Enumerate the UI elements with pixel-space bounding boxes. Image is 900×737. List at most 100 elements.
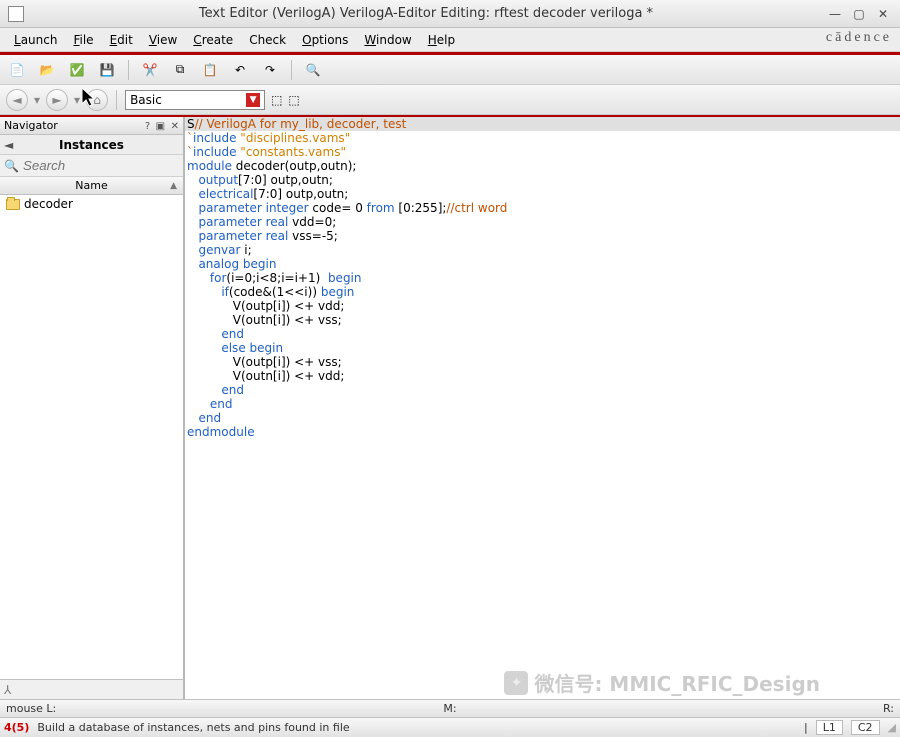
menu-help[interactable]: Help — [420, 30, 463, 50]
status-message: Build a database of instances, nets and … — [37, 721, 796, 734]
folder-icon — [6, 199, 20, 210]
menubar: LaunchFileEditViewCreateCheckOptionsWind… — [0, 28, 900, 52]
nav-forward-icon[interactable]: ► — [46, 89, 68, 111]
dropdown-arrow-icon[interactable]: ▾ — [34, 93, 40, 107]
code-area[interactable]: S// VerilogA for my_lib, decoder, test`i… — [185, 117, 900, 699]
new-file-icon[interactable]: 📄 — [6, 59, 28, 81]
menu-launch[interactable]: Launch — [6, 30, 65, 50]
nav-back-icon[interactable]: ◄ — [4, 138, 13, 152]
separator — [116, 90, 117, 110]
undo-icon[interactable]: ↶ — [229, 59, 251, 81]
undock-icon[interactable]: ▣ — [156, 121, 165, 132]
code-line: end — [185, 383, 900, 397]
nav-toolbar: ◄ ▾ ► ▾ ⌂ Basic ▼ ⬚ ⬚ — [0, 85, 900, 115]
dropdown-arrow-icon[interactable]: ▾ — [74, 93, 80, 107]
search-icon[interactable]: 🔍 — [302, 59, 324, 81]
menu-window[interactable]: Window — [356, 30, 419, 50]
separator — [291, 60, 292, 80]
hierarchy-icon[interactable]: ⅄ — [4, 683, 11, 697]
code-line: if(code&(1<<i)) begin — [185, 285, 900, 299]
mouse-right-label: R: — [883, 702, 894, 715]
window-buttons: — ▢ ✕ — [828, 7, 890, 21]
menu-edit[interactable]: Edit — [102, 30, 141, 50]
menu-create[interactable]: Create — [185, 30, 241, 50]
code-line: end — [185, 397, 900, 411]
chevron-down-icon: ▼ — [246, 93, 260, 107]
search-input[interactable] — [21, 156, 204, 175]
code-line: for(i=0;i<8;i=i+1) begin — [185, 271, 900, 285]
mouse-status-bar: mouse L: M: R: — [0, 699, 900, 717]
nav-home-icon[interactable]: ⌂ — [86, 89, 108, 111]
resize-grip-icon[interactable]: ◢ — [888, 721, 896, 734]
navigator-header: Navigator ? ▣ ✕ — [0, 117, 183, 135]
menu-check[interactable]: Check — [241, 30, 294, 50]
search-bar: 🔍 ▼ ▾ — [0, 155, 183, 177]
cut-icon[interactable]: ✂️ — [139, 59, 161, 81]
maximize-button[interactable]: ▢ — [852, 7, 866, 21]
brand-logo: cādence — [826, 30, 892, 46]
toolbar-icon-1[interactable]: ⬚ — [271, 93, 282, 107]
sort-icon: ▲ — [170, 181, 177, 191]
save-icon[interactable]: 💾 — [96, 59, 118, 81]
navigator-pane: Navigator ? ▣ ✕ ◄ Instances 🔍 ▼ ▾ Name ▲… — [0, 117, 185, 699]
navigator-footer: ⅄ — [0, 679, 183, 699]
mouse-mid-label: M: — [443, 702, 456, 715]
code-line: V(outn[i]) <+ vdd; — [185, 369, 900, 383]
list-item[interactable]: decoder — [0, 195, 183, 213]
code-line: end — [185, 327, 900, 341]
code-line: else begin — [185, 341, 900, 355]
code-line: `include "constants.vams" — [185, 145, 900, 159]
copy-icon[interactable]: ⧉ — [169, 59, 191, 81]
code-line: parameter integer code= 0 from [0:255];/… — [185, 201, 900, 215]
code-line: end — [185, 411, 900, 425]
message-count: 4(5) — [4, 721, 29, 734]
column-header[interactable]: Name ▲ — [0, 177, 183, 195]
instances-label: Instances — [59, 138, 124, 152]
col-indicator: C2 — [851, 720, 880, 735]
layer-dropdown-label: Basic — [130, 93, 162, 107]
code-line: `include "disciplines.vams" — [185, 131, 900, 145]
menu-options[interactable]: Options — [294, 30, 356, 50]
code-line: V(outn[i]) <+ vss; — [185, 313, 900, 327]
open-file-icon[interactable]: 📂 — [36, 59, 58, 81]
window-title: Text Editor (VerilogA) VerilogA-Editor E… — [24, 6, 828, 21]
navigator-list: decoder — [0, 195, 183, 679]
close-button[interactable]: ✕ — [876, 7, 890, 21]
code-line: module decoder(outp,outn); — [185, 159, 900, 173]
minimize-button[interactable]: — — [828, 7, 842, 21]
main-toolbar: 📄 📂 ✅ 💾 ✂️ ⧉ 📋 ↶ ↷ 🔍 — [0, 55, 900, 85]
code-line: electrical[7:0] outp,outn; — [185, 187, 900, 201]
code-line: analog begin — [185, 257, 900, 271]
main-area: Navigator ? ▣ ✕ ◄ Instances 🔍 ▼ ▾ Name ▲… — [0, 117, 900, 699]
code-line: output[7:0] outp,outn; — [185, 173, 900, 187]
paste-icon[interactable]: 📋 — [199, 59, 221, 81]
nav-back-icon[interactable]: ◄ — [6, 89, 28, 111]
code-line: genvar i; — [185, 243, 900, 257]
app-icon — [8, 6, 24, 22]
code-line: parameter real vdd=0; — [185, 215, 900, 229]
toolbar-icon-2[interactable]: ⬚ — [288, 93, 299, 107]
search-icon: 🔍 — [4, 159, 19, 173]
save-check-icon[interactable]: ✅ — [66, 59, 88, 81]
instances-header: ◄ Instances — [0, 135, 183, 155]
navigator-title: Navigator — [4, 119, 58, 132]
code-editor: S// VerilogA for my_lib, decoder, test`i… — [185, 117, 900, 699]
code-line: parameter real vss=-5; — [185, 229, 900, 243]
menu-view[interactable]: View — [141, 30, 185, 50]
code-line: V(outp[i]) <+ vdd; — [185, 299, 900, 313]
layer-dropdown[interactable]: Basic ▼ — [125, 90, 265, 110]
bottom-status-bar: 4(5) Build a database of instances, nets… — [0, 717, 900, 737]
line-indicator: L1 — [816, 720, 843, 735]
code-line: endmodule — [185, 425, 900, 439]
menu-file[interactable]: File — [65, 30, 101, 50]
redo-icon[interactable]: ↷ — [259, 59, 281, 81]
item-label: decoder — [24, 197, 73, 211]
close-pane-icon[interactable]: ✕ — [171, 121, 179, 132]
code-line: S// VerilogA for my_lib, decoder, test — [185, 117, 900, 131]
status-separator: | — [804, 721, 808, 734]
column-name: Name — [75, 179, 107, 192]
titlebar: Text Editor (VerilogA) VerilogA-Editor E… — [0, 0, 900, 28]
separator — [128, 60, 129, 80]
help-icon[interactable]: ? — [145, 121, 150, 132]
code-line: V(outp[i]) <+ vss; — [185, 355, 900, 369]
